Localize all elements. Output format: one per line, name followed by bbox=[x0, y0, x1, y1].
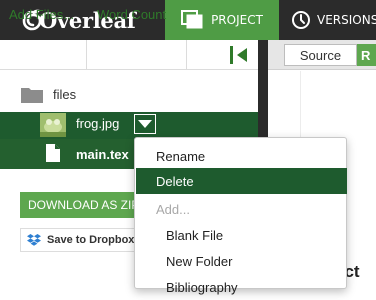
collapse-panel-button[interactable] bbox=[228, 44, 252, 66]
menu-header-add: Add... bbox=[156, 201, 190, 217]
toolbar-divider bbox=[86, 40, 87, 70]
file-label: main.tex bbox=[76, 147, 129, 162]
rich-text-mode-button[interactable]: R bbox=[357, 44, 376, 66]
clock-icon bbox=[292, 11, 310, 29]
folder-label: files bbox=[53, 87, 77, 102]
tab-project-label: PROJECT bbox=[211, 13, 263, 27]
menu-item-new-folder[interactable]: New Folder bbox=[136, 248, 347, 274]
file-menu-button[interactable] bbox=[134, 114, 156, 134]
menu-item-bibliography[interactable]: Bibliography bbox=[136, 274, 347, 300]
menu-item-blank-file[interactable]: Blank File bbox=[136, 222, 347, 248]
collapse-panel-icon bbox=[230, 46, 247, 64]
tree-file-row[interactable] bbox=[0, 112, 258, 139]
menu-item-rename[interactable]: Rename bbox=[136, 143, 347, 169]
tab-versions-label: VERSIONS bbox=[317, 13, 376, 27]
file-label: frog.jpg bbox=[76, 116, 120, 131]
folder-icon bbox=[20, 86, 44, 108]
tab-versions[interactable]: VERSIONS bbox=[291, 0, 376, 40]
file-context-menu: Rename Delete Add... Blank File New Fold… bbox=[134, 137, 347, 295]
source-mode-button[interactable]: Source bbox=[284, 44, 357, 66]
projects-icon bbox=[181, 10, 203, 29]
file-toolbar bbox=[0, 40, 258, 70]
caret-down-icon bbox=[138, 120, 152, 128]
toolbar-divider bbox=[186, 40, 187, 70]
menu-item-delete[interactable]: Delete bbox=[136, 168, 347, 194]
tab-project[interactable]: PROJECT bbox=[165, 0, 279, 40]
document-icon bbox=[45, 143, 61, 167]
word-count-button[interactable]: Word Count bbox=[97, 7, 166, 22]
dropbox-label: Save to Dropbox bbox=[47, 234, 135, 246]
image-thumbnail bbox=[40, 113, 66, 137]
add-files-button[interactable]: Add Files... bbox=[9, 7, 74, 22]
dropbox-icon bbox=[27, 234, 41, 246]
